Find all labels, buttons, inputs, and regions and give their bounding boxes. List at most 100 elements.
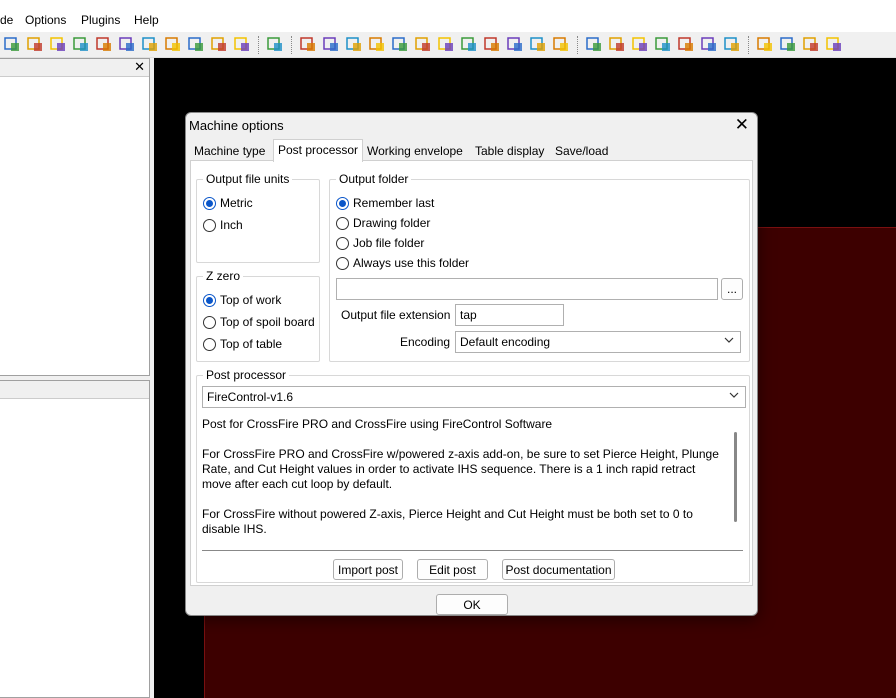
radio-label: Top of work — [220, 293, 282, 307]
offset-icon[interactable] — [437, 35, 455, 53]
radio-top-of-work[interactable]: Top of work — [203, 291, 281, 309]
scrollbar-thumb[interactable] — [734, 432, 737, 522]
radio-dot — [203, 218, 216, 232]
menu-item-plugins[interactable]: Plugins — [81, 13, 120, 27]
frame-icon[interactable] — [552, 35, 570, 53]
export-icon[interactable] — [210, 35, 228, 53]
radio-dot — [336, 256, 349, 270]
chevron-down-icon — [729, 391, 739, 402]
cut-icon[interactable] — [187, 35, 205, 53]
menu-bar: de Options Plugins Help — [0, 10, 896, 32]
encoding-select[interactable]: Default encoding — [455, 331, 741, 353]
radio-dot — [203, 337, 216, 351]
toolbar-separator — [291, 36, 293, 54]
radio-top-of-spoil-board[interactable]: Top of spoil board — [203, 313, 315, 331]
radio-always-use-folder[interactable]: Always use this folder — [336, 254, 469, 272]
post-processor-value: FireControl-v1.6 — [207, 390, 294, 404]
ok-button[interactable]: OK — [436, 594, 508, 615]
zoom-extents-icon[interactable] — [677, 35, 695, 53]
toolbar-separator — [258, 36, 260, 54]
radio-label: Always use this folder — [353, 256, 470, 270]
import-post-button[interactable]: Import post — [333, 559, 403, 580]
description-scrollbar[interactable] — [731, 418, 741, 546]
menu-item-help[interactable]: Help — [134, 13, 159, 27]
zoom-in-icon[interactable] — [585, 35, 603, 53]
tab-working-envelope[interactable]: Working envelope — [363, 141, 467, 161]
wrench-icon[interactable] — [164, 35, 182, 53]
radio-job-file-folder[interactable]: Job file folder — [336, 234, 424, 252]
snap-icon[interactable] — [529, 35, 547, 53]
arrow-icon[interactable] — [483, 35, 501, 53]
tool-icon[interactable] — [141, 35, 159, 53]
new-part-icon[interactable] — [3, 35, 21, 53]
stack-icon[interactable] — [72, 35, 90, 53]
menu-item-options[interactable]: Options — [25, 13, 66, 27]
edit-post-button[interactable]: Edit post — [417, 559, 488, 580]
path-icon[interactable] — [460, 35, 478, 53]
radio-dot — [336, 216, 349, 230]
zoom-select-icon[interactable] — [700, 35, 718, 53]
import-icon[interactable] — [118, 35, 136, 53]
pointer-icon[interactable] — [756, 35, 774, 53]
radio-metric[interactable]: Metric — [203, 194, 253, 212]
tab-machine-type[interactable]: Machine type — [190, 141, 270, 161]
chevron-down-icon — [724, 336, 734, 347]
group-icon[interactable] — [95, 35, 113, 53]
undo-icon[interactable] — [266, 35, 284, 53]
radio-inch[interactable]: Inch — [203, 216, 243, 234]
radio-drawing-folder[interactable]: Drawing folder — [336, 214, 430, 232]
layers-icon[interactable] — [322, 35, 340, 53]
layer-icon[interactable] — [49, 35, 67, 53]
browse-button[interactable]: ... — [721, 278, 743, 300]
toolbar-separator — [748, 36, 750, 54]
zoom-fit-icon[interactable] — [631, 35, 649, 53]
extension-label: Output file extension — [341, 308, 451, 322]
post-description[interactable]: Post for CrossFire PRO and CrossFire usi… — [202, 414, 743, 551]
description-line: For CrossFire without powered Z-axis, Pi… — [202, 507, 693, 536]
z-zero-label: Z zero — [203, 269, 244, 283]
add-part-icon[interactable] — [26, 35, 44, 53]
zoom-window-icon[interactable] — [654, 35, 672, 53]
folder-path-input[interactable] — [336, 278, 718, 300]
post-documentation-button[interactable]: Post documentation — [502, 559, 615, 580]
curve-icon[interactable] — [414, 35, 432, 53]
radio-label: Top of spoil board — [220, 315, 315, 329]
tab-save-load[interactable]: Save/load — [551, 141, 613, 161]
copy-icon[interactable] — [368, 35, 386, 53]
post-processor-label: Post processor — [203, 368, 290, 382]
delete-icon[interactable] — [233, 35, 251, 53]
z-zero-group: Z zero Top of work Top of spoil board To… — [196, 269, 320, 362]
script-icon[interactable] — [825, 35, 843, 53]
close-icon[interactable]: ✕ — [735, 115, 749, 135]
radio-dot — [203, 293, 216, 307]
pen-icon[interactable] — [802, 35, 820, 53]
node-icon[interactable] — [391, 35, 409, 53]
radio-label: Drawing folder — [353, 216, 431, 230]
sheet-icon[interactable] — [506, 35, 524, 53]
toolbar-separator — [577, 36, 579, 54]
output-folder-label: Output folder — [336, 172, 412, 186]
tab-table-display[interactable]: Table display — [471, 141, 549, 161]
left-panel-header: ✕ — [0, 59, 149, 77]
output-units-label: Output file units — [203, 172, 293, 186]
zoom-out-icon[interactable] — [608, 35, 626, 53]
output-units-group: Output file units Metric Inch — [196, 172, 320, 263]
radio-label: Metric — [220, 196, 253, 210]
radio-label: Top of table — [220, 337, 283, 351]
tab-post-processor[interactable]: Post processor — [273, 139, 363, 162]
radio-dot — [203, 315, 216, 329]
radio-label: Job file folder — [353, 236, 425, 250]
window-icon[interactable] — [345, 35, 363, 53]
close-icon[interactable]: ✕ — [134, 59, 145, 75]
zoom-all-icon[interactable] — [723, 35, 741, 53]
radio-top-of-table[interactable]: Top of table — [203, 335, 282, 353]
radio-remember-last[interactable]: Remember last — [336, 194, 434, 212]
select-s-icon[interactable] — [779, 35, 797, 53]
menu-item-partial[interactable]: de — [0, 13, 13, 27]
scissors-icon[interactable] — [299, 35, 317, 53]
post-processor-select[interactable]: FireControl-v1.6 — [202, 386, 746, 408]
extension-input[interactable]: tap — [455, 304, 564, 326]
output-folder-group: Output folder Remember last Drawing fold… — [329, 172, 750, 362]
radio-dot — [336, 236, 349, 250]
encoding-label: Encoding — [400, 335, 451, 349]
